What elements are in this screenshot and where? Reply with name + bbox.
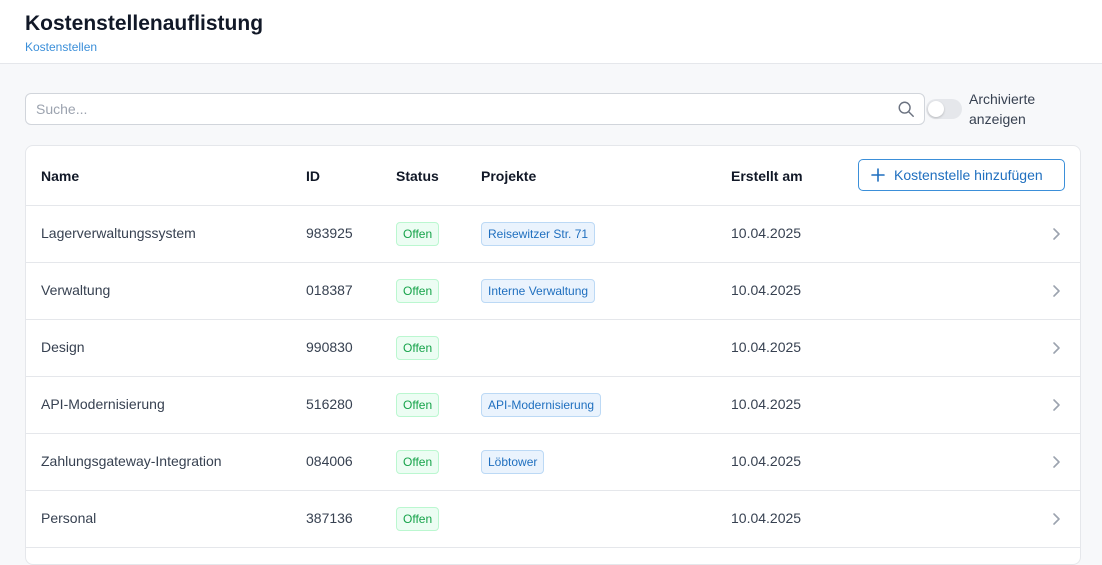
search-input[interactable] (26, 94, 886, 124)
status-badge: Offen (396, 507, 440, 531)
add-cost-center-label: Kostenstelle hinzufügen (894, 167, 1043, 183)
row-id: 983925 (306, 225, 353, 241)
chevron-right-icon[interactable] (1051, 341, 1063, 355)
toggle-knob (928, 101, 944, 117)
status-badge: Offen (396, 393, 440, 417)
project-badge[interactable]: API-Modernisierung (481, 393, 602, 417)
row-created: 10.04.2025 (731, 282, 802, 298)
chevron-right-icon[interactable] (1051, 227, 1063, 241)
row-name: Design (41, 339, 85, 355)
add-cost-center-button[interactable]: Kostenstelle hinzufügen (858, 159, 1065, 191)
column-header-status: Status (396, 168, 439, 184)
status-badge: Offen (396, 222, 440, 246)
chevron-right-icon[interactable] (1051, 398, 1063, 412)
chevron-right-icon[interactable] (1051, 455, 1063, 469)
plus-icon (871, 168, 885, 182)
project-badge[interactable]: Interne Verwaltung (481, 279, 596, 303)
chevron-right-icon[interactable] (1051, 284, 1063, 298)
search-box (25, 93, 925, 125)
cost-center-table: Name ID Status Projekte Erstellt am Kost… (25, 145, 1081, 565)
archive-toggle[interactable] (926, 99, 962, 119)
table-row[interactable]: Lagerverwaltungssystem 983925 Offen Reis… (26, 206, 1080, 263)
table-header: Name ID Status Projekte Erstellt am Kost… (26, 146, 1080, 206)
row-id: 018387 (306, 282, 353, 298)
status-badge: Offen (396, 336, 440, 360)
archive-toggle-label: Archivierte anzeigen (969, 91, 1036, 127)
column-header-created: Erstellt am (731, 168, 803, 184)
project-badge[interactable]: Löbtower (481, 450, 545, 474)
row-created: 10.04.2025 (731, 510, 802, 526)
chevron-right-icon[interactable] (1051, 512, 1063, 526)
search-icon[interactable] (897, 100, 915, 118)
row-created: 10.04.2025 (731, 339, 802, 355)
table-row[interactable]: API-Modernisierung 516280 Offen API-Mode… (26, 377, 1080, 434)
table-row[interactable]: Zahlungsgateway-Integration 084006 Offen… (26, 434, 1080, 491)
row-name: Lagerverwaltungssystem (41, 225, 196, 241)
column-header-id: ID (306, 168, 320, 184)
row-created: 10.04.2025 (731, 453, 802, 469)
status-badge: Offen (396, 450, 440, 474)
row-name: Zahlungsgateway-Integration (41, 453, 222, 469)
row-name: Personal (41, 510, 97, 526)
row-created: 10.04.2025 (731, 396, 802, 412)
column-header-name: Name (41, 168, 80, 184)
row-id: 516280 (306, 396, 353, 412)
breadcrumb[interactable]: Kostenstellen (25, 40, 97, 54)
row-id: 990830 (306, 339, 353, 355)
table-row[interactable]: Personal 387136 Offen 10.04.2025 (26, 491, 1080, 548)
status-badge: Offen (396, 279, 440, 303)
table-row[interactable]: Design 990830 Offen 10.04.2025 (26, 320, 1080, 377)
row-id: 387136 (306, 510, 353, 526)
column-header-projects: Projekte (481, 168, 537, 184)
row-id: 084006 (306, 453, 353, 469)
page-header: Kostenstellenauflistung Kostenstellen (0, 0, 1102, 64)
row-name: Verwaltung (41, 282, 111, 298)
project-badge[interactable]: Reisewitzer Str. 71 (481, 222, 596, 246)
table-row[interactable]: Verwaltung 018387 Offen Interne Verwaltu… (26, 263, 1080, 320)
row-name: API-Modernisierung (41, 396, 165, 412)
row-created: 10.04.2025 (731, 225, 802, 241)
page-title: Kostenstellenauflistung (25, 12, 264, 35)
